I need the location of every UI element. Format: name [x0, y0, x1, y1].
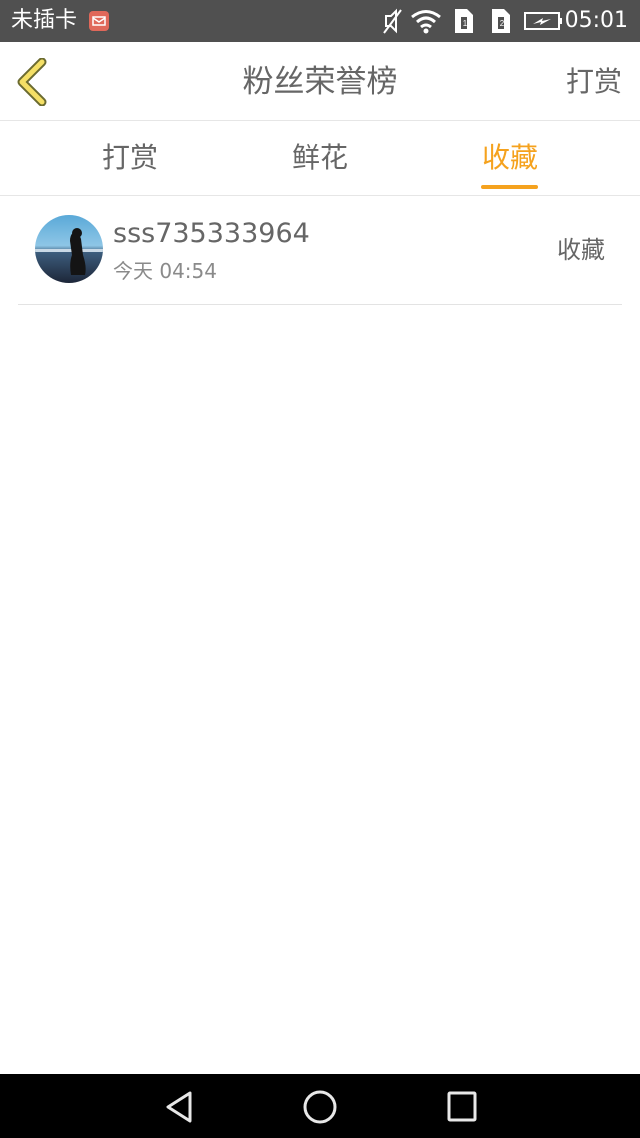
favorite-label: 收藏 [557, 236, 605, 264]
status-bar: 未插卡 1 2 05:01 [0, 0, 640, 42]
clock-time: 05:01 [564, 8, 628, 33]
username: sss735333964 [113, 218, 310, 249]
active-tab-indicator [481, 185, 538, 189]
page-title: 粉丝荣誉榜 [242, 64, 398, 100]
svg-text:1: 1 [463, 19, 468, 28]
navigation-bar [0, 1074, 640, 1138]
reward-button[interactable]: 打赏 [566, 64, 622, 100]
avatar[interactable] [35, 215, 103, 283]
list-item[interactable]: sss735333964 今天 04:54 收藏 [18, 196, 622, 305]
tab-bar: 打赏 鲜花 收藏 [0, 121, 640, 196]
recents-square-icon [447, 1091, 477, 1122]
nav-back-button[interactable] [160, 1088, 200, 1126]
timestamp: 今天 04:54 [113, 259, 217, 283]
nav-recents-button[interactable] [442, 1088, 482, 1126]
home-circle-icon [303, 1090, 337, 1124]
tab-reward[interactable]: 打赏 [65, 121, 195, 195]
svg-text:2: 2 [500, 19, 505, 28]
back-triangle-icon [166, 1091, 192, 1123]
tab-favorites[interactable]: 收藏 [445, 121, 575, 195]
nav-home-button[interactable] [300, 1088, 340, 1126]
battery-icon [523, 6, 565, 36]
mail-notification-icon [89, 11, 109, 31]
sim2-icon: 2 [489, 6, 513, 36]
tab-flowers[interactable]: 鲜花 [255, 121, 385, 195]
sim1-icon: 1 [452, 6, 476, 36]
back-button[interactable] [14, 57, 54, 107]
mute-icon [381, 6, 403, 36]
chevron-left-icon [17, 57, 47, 107]
carrier-label: 未插卡 [11, 8, 78, 33]
app-header: 粉丝荣誉榜 打赏 [0, 42, 640, 121]
wifi-icon [410, 6, 442, 36]
